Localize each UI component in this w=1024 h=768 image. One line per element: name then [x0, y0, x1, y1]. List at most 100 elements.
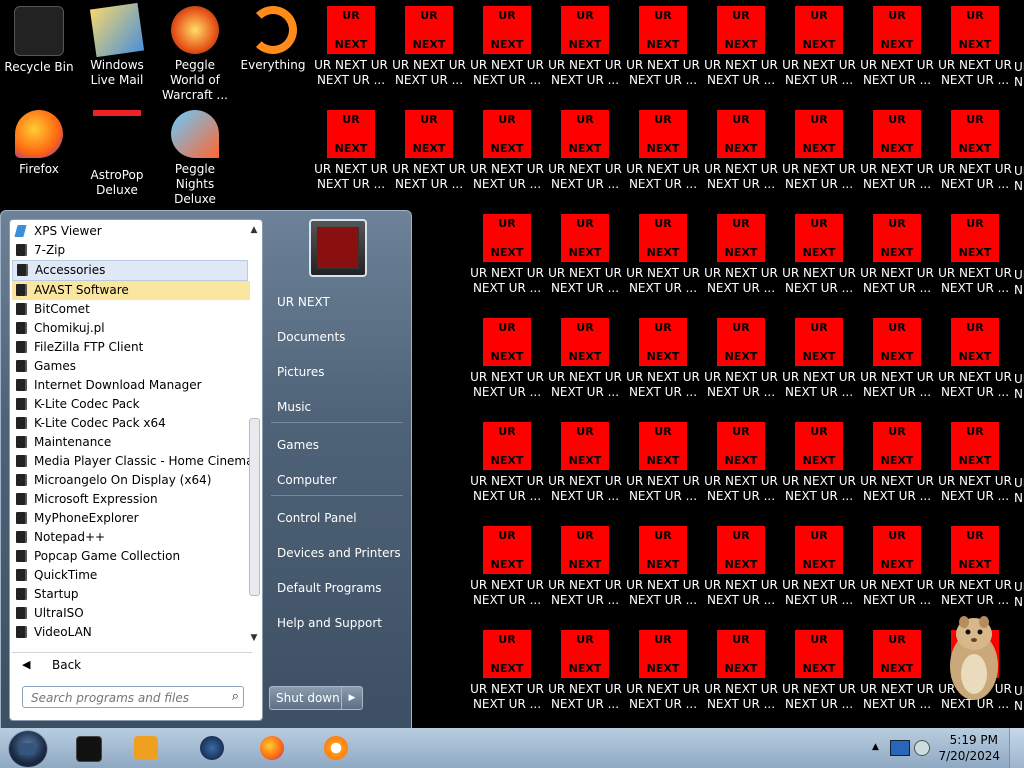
- program-item[interactable]: Notepad++: [12, 528, 250, 547]
- ur-next-shortcut[interactable]: UR NEXT UR NEXT UR NEXT UR ...: [780, 526, 858, 608]
- ur-next-shortcut[interactable]: UR NEXT UR NEXT UR NEXT UR ...: [936, 318, 1014, 400]
- volume-icon[interactable]: [914, 740, 930, 756]
- ur-next-shortcut[interactable]: UR NEXT UR NEXT UR NEXT UR ...: [702, 526, 780, 608]
- start-right-item[interactable]: UR NEXT: [267, 289, 403, 315]
- ur-next-shortcut[interactable]: UR NEXT UR NEXT UR NEXT UR ...: [702, 110, 780, 192]
- ur-next-shortcut[interactable]: UR NEXT UR NEXT UR NEXT UR ...: [858, 110, 936, 192]
- network-icon[interactable]: [890, 740, 910, 756]
- search-input[interactable]: [29, 688, 219, 708]
- ur-next-shortcut[interactable]: UR NEXT UR NEXT UR NEXT UR ...: [468, 110, 546, 192]
- program-item[interactable]: BitComet: [12, 300, 250, 319]
- program-item[interactable]: MyPhoneExplorer: [12, 509, 250, 528]
- start-right-item[interactable]: Devices and Printers: [267, 540, 403, 566]
- program-item[interactable]: Microsoft Expression: [12, 490, 250, 509]
- program-item[interactable]: Accessories: [12, 260, 248, 281]
- taskbar-firefox-button[interactable]: [246, 730, 298, 766]
- back-button[interactable]: ◀ Back: [12, 652, 252, 677]
- ur-next-shortcut[interactable]: UR NEXT UR NEXT UR NEXT UR ...: [858, 214, 936, 296]
- ur-next-shortcut[interactable]: UR NEXT UR NEXT UR NEXT UR ...: [702, 6, 780, 88]
- tray-expand-icon[interactable]: ▲: [872, 742, 879, 752]
- ur-next-shortcut[interactable]: UR NEXT UR NEXT UR NEXT UR ...: [624, 110, 702, 192]
- program-item[interactable]: Popcap Game Collection: [12, 547, 250, 566]
- start-right-item[interactable]: Help and Support: [267, 610, 403, 636]
- ur-next-shortcut[interactable]: UR NEXT UR NEXT UR NEXT UR ...: [780, 6, 858, 88]
- ur-next-shortcut[interactable]: UR NEXT UR NEXT UR NEXT UR ...: [468, 214, 546, 296]
- start-right-item[interactable]: Games: [267, 432, 403, 458]
- ur-next-shortcut[interactable]: UR NEXT UR NEXT UR NEXT UR ...: [624, 630, 702, 712]
- program-item[interactable]: XPS Viewer: [12, 222, 250, 241]
- ur-next-shortcut[interactable]: UR NEXT UR NEXT UR NEXT UR ...: [546, 422, 624, 504]
- ur-next-shortcut[interactable]: UR NEXT UR NEXT UR NEXT UR ...: [468, 526, 546, 608]
- ur-next-shortcut[interactable]: UR NEXT UR NEXT UR NEXT UR ...: [468, 318, 546, 400]
- ur-next-shortcut[interactable]: UR NEXT UR NEXT UR NEXT UR ...: [624, 318, 702, 400]
- ur-next-shortcut[interactable]: UR NEXT UR NEXT UR NEXT UR ...: [702, 422, 780, 504]
- program-item[interactable]: VideoLAN: [12, 623, 250, 642]
- program-item[interactable]: FileZilla FTP Client: [12, 338, 250, 357]
- clock-time[interactable]: 5:19 PM: [950, 733, 998, 747]
- ur-next-shortcut[interactable]: UR NEXT UR NEXT UR NEXT UR ...: [624, 6, 702, 88]
- ur-next-shortcut[interactable]: UR NEXT UR NEXT UR NEXT UR ...: [468, 6, 546, 88]
- ur-next-shortcut[interactable]: UR NEXT UR NEXT UR NEXT UR ...: [858, 6, 936, 88]
- ur-next-shortcut[interactable]: UR NEXT UR NEXT UR NEXT UR ...: [546, 318, 624, 400]
- ur-next-shortcut[interactable]: UR NEXT UR NEXT UR NEXT UR ...: [780, 214, 858, 296]
- ur-next-shortcut[interactable]: UR NEXT UR NEXT UR NEXT UR ...: [390, 110, 468, 192]
- shutdown-options-icon[interactable]: ▶: [341, 687, 362, 709]
- ur-next-shortcut[interactable]: UR NEXT UR NEXT UR NEXT UR ...: [936, 110, 1014, 192]
- desktop-shortcut[interactable]: Peggle Nights Deluxe: [156, 110, 234, 207]
- scroll-thumb[interactable]: [249, 418, 260, 596]
- scroll-down-icon[interactable]: ▼: [248, 632, 260, 644]
- program-item[interactable]: Games: [12, 357, 250, 376]
- start-right-item[interactable]: Music: [267, 394, 403, 420]
- desktop-shortcut[interactable]: Peggle World of Warcraft ...: [156, 6, 234, 103]
- ur-next-shortcut[interactable]: UR NEXT UR NEXT UR NEXT UR ...: [390, 6, 468, 88]
- program-item[interactable]: K-Lite Codec Pack x64: [12, 414, 250, 433]
- taskbar-browser-button[interactable]: [310, 730, 362, 766]
- ur-next-shortcut[interactable]: UR NEXT UR NEXT UR NEXT UR ...: [546, 630, 624, 712]
- ur-next-shortcut[interactable]: UR NEXT UR NEXT UR NEXT UR ...: [468, 630, 546, 712]
- ur-next-shortcut[interactable]: UR NEXT UR NEXT UR NEXT UR ...: [546, 110, 624, 192]
- program-item[interactable]: 7-Zip: [12, 241, 250, 260]
- shutdown-button[interactable]: Shut down ▶: [269, 686, 363, 710]
- programs-scrollbar[interactable]: ▲ ▼: [248, 224, 260, 644]
- search-box[interactable]: ⌕: [22, 686, 244, 708]
- desktop-shortcut[interactable]: AstroPop Deluxe: [78, 110, 156, 198]
- ur-next-shortcut[interactable]: UR NEXT UR NEXT UR NEXT UR ...: [546, 214, 624, 296]
- desktop-shortcut[interactable]: Windows Live Mail: [78, 2, 156, 88]
- program-item[interactable]: AVAST Software: [12, 281, 250, 300]
- start-right-item[interactable]: Control Panel: [267, 505, 403, 531]
- start-right-item[interactable]: Pictures: [267, 359, 403, 385]
- show-desktop-button[interactable]: [1009, 728, 1024, 768]
- start-right-item[interactable]: Documents: [267, 324, 403, 350]
- program-item[interactable]: QuickTime: [12, 566, 250, 585]
- desktop-shortcut[interactable]: Firefox: [0, 110, 78, 177]
- program-item[interactable]: UltraISO: [12, 604, 250, 623]
- ur-next-shortcut[interactable]: UR NEXT UR NEXT UR NEXT UR ...: [936, 214, 1014, 296]
- ur-next-shortcut[interactable]: UR NEXT UR NEXT UR NEXT UR ...: [858, 422, 936, 504]
- ur-next-shortcut[interactable]: UR NEXT UR NEXT UR NEXT UR ...: [780, 422, 858, 504]
- ur-next-shortcut[interactable]: UR NEXT UR NEXT UR NEXT UR ...: [936, 6, 1014, 88]
- start-button[interactable]: [8, 730, 48, 768]
- user-picture[interactable]: [309, 219, 367, 277]
- start-right-item[interactable]: Default Programs: [267, 575, 403, 601]
- program-item[interactable]: Chomikuj.pl: [12, 319, 250, 338]
- desktop-shortcut[interactable]: Recycle Bin: [0, 6, 78, 75]
- taskbar-media-button[interactable]: [120, 730, 172, 766]
- ur-next-shortcut[interactable]: UR NEXT UR NEXT UR NEXT UR ...: [702, 214, 780, 296]
- program-item[interactable]: Media Player Classic - Home Cinema x64: [12, 452, 250, 471]
- ur-next-shortcut[interactable]: UR NEXT UR NEXT UR NEXT UR ...: [858, 318, 936, 400]
- desktop-shortcut[interactable]: Everything: [234, 6, 312, 73]
- ur-next-shortcut[interactable]: UR NEXT UR NEXT UR NEXT UR ...: [858, 526, 936, 608]
- program-item[interactable]: Maintenance: [12, 433, 250, 452]
- program-item[interactable]: Startup: [12, 585, 250, 604]
- ur-next-shortcut[interactable]: UR NEXT UR NEXT UR NEXT UR ...: [624, 214, 702, 296]
- ur-next-shortcut[interactable]: UR NEXT UR NEXT UR NEXT UR ...: [936, 422, 1014, 504]
- search-icon[interactable]: ⌕: [232, 689, 239, 704]
- taskbar-app-button[interactable]: [186, 730, 238, 766]
- ur-next-shortcut[interactable]: UR NEXT UR NEXT UR NEXT UR ...: [780, 110, 858, 192]
- program-item[interactable]: K-Lite Codec Pack: [12, 395, 250, 414]
- ur-next-shortcut[interactable]: UR NEXT UR NEXT UR NEXT UR ...: [624, 422, 702, 504]
- ur-next-shortcut[interactable]: UR NEXT UR NEXT UR NEXT UR ...: [546, 6, 624, 88]
- ur-next-shortcut[interactable]: UR NEXT UR NEXT UR NEXT UR ...: [858, 630, 936, 712]
- ur-next-shortcut[interactable]: UR NEXT UR NEXT UR NEXT UR ...: [780, 630, 858, 712]
- ur-next-shortcut[interactable]: UR NEXT UR NEXT UR NEXT UR ...: [624, 526, 702, 608]
